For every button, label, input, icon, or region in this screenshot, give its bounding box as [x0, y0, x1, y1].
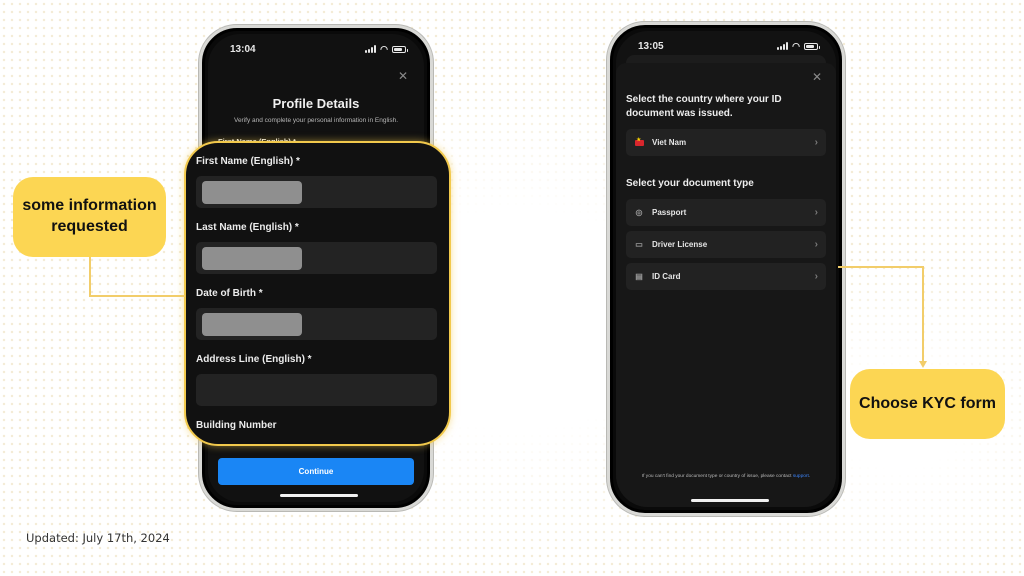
redacted-value	[202, 181, 302, 204]
connector-line	[922, 266, 924, 362]
phone-kyc-document: 13:05 ◠ ✕ Select the country where your …	[607, 22, 845, 516]
help-footer: If you can't find your document type or …	[616, 474, 836, 479]
last-name-label: Last Name (English) *	[196, 222, 299, 233]
support-link[interactable]: support	[793, 474, 809, 479]
wifi-icon: ◠	[792, 40, 800, 51]
first-name-label: First Name (English) *	[196, 156, 300, 167]
redacted-value	[202, 313, 302, 336]
background-fade	[0, 0, 1024, 576]
status-bar: 13:04 ◠	[230, 42, 408, 56]
building-number-label: Building Number	[196, 420, 277, 431]
address-line-input[interactable]	[196, 374, 437, 406]
doc-option-driver-license[interactable]: ▭ Driver License ›	[626, 231, 826, 258]
signal-icon	[365, 45, 377, 53]
page-title: Profile Details	[272, 96, 360, 111]
date-of-birth-label: Date of Birth *	[196, 288, 263, 299]
doc-option-passport[interactable]: ◎ Passport ›	[626, 199, 826, 226]
status-bar: 13:05 ◠	[638, 39, 820, 53]
connector-line	[838, 266, 924, 268]
wifi-icon: ◠	[380, 43, 388, 54]
close-icon[interactable]: ✕	[812, 71, 822, 83]
callout-info-requested: some information requested	[13, 177, 166, 257]
document-sheet: ✕ Select the country where your ID docum…	[616, 63, 836, 507]
vietnam-flag-icon	[634, 137, 644, 146]
battery-icon	[392, 45, 408, 53]
chevron-right-icon: ›	[814, 137, 818, 148]
country-select[interactable]: Viet Nam ›	[626, 129, 826, 156]
doc-option-label: ID Card	[652, 272, 681, 281]
doc-option-id-card[interactable]: ▤ ID Card ›	[626, 263, 826, 290]
battery-icon	[804, 42, 820, 50]
home-indicator	[280, 494, 358, 497]
car-icon: ▭	[635, 240, 643, 249]
page-subtitle: Verify and complete your personal inform…	[233, 117, 399, 124]
side-button	[843, 155, 845, 195]
redacted-value	[202, 247, 302, 270]
country-label: Viet Nam	[652, 138, 687, 147]
country-heading: Select the country where your ID documen…	[626, 94, 782, 119]
help-text-end: .	[808, 474, 811, 479]
updated-date: Updated: July 17th, 2024	[26, 531, 170, 545]
signal-icon	[777, 42, 789, 50]
close-icon[interactable]: ✕	[398, 70, 408, 82]
chevron-right-icon: ›	[814, 239, 818, 250]
help-text: If you can't find your document type or …	[641, 474, 793, 479]
last-name-input[interactable]	[196, 242, 437, 274]
address-line-label: Address Line (English) *	[196, 354, 312, 365]
chevron-right-icon: ›	[814, 207, 818, 218]
chevron-right-icon: ›	[814, 271, 818, 282]
status-time: 13:05	[638, 40, 664, 52]
callout-choose-kyc: Choose KYC form	[850, 369, 1005, 439]
status-time: 13:04	[230, 43, 256, 55]
connector-line	[89, 257, 91, 297]
date-of-birth-input[interactable]	[196, 308, 437, 340]
doc-option-label: Passport	[652, 208, 687, 217]
phone-screen: 13:05 ◠ ✕ Select the country where your …	[616, 31, 836, 507]
arrow-down-icon	[919, 361, 927, 368]
connector-line	[89, 295, 185, 297]
zoomed-form-callout: First Name (English) * Last Name (Englis…	[184, 141, 451, 446]
id-card-icon: ▤	[635, 272, 643, 281]
continue-button[interactable]: Continue	[218, 458, 414, 485]
globe-icon: ◎	[635, 208, 643, 217]
first-name-input[interactable]	[196, 176, 437, 208]
doc-option-label: Driver License	[652, 240, 708, 249]
document-type-heading: Select your document type	[626, 178, 754, 189]
home-indicator	[691, 499, 769, 502]
